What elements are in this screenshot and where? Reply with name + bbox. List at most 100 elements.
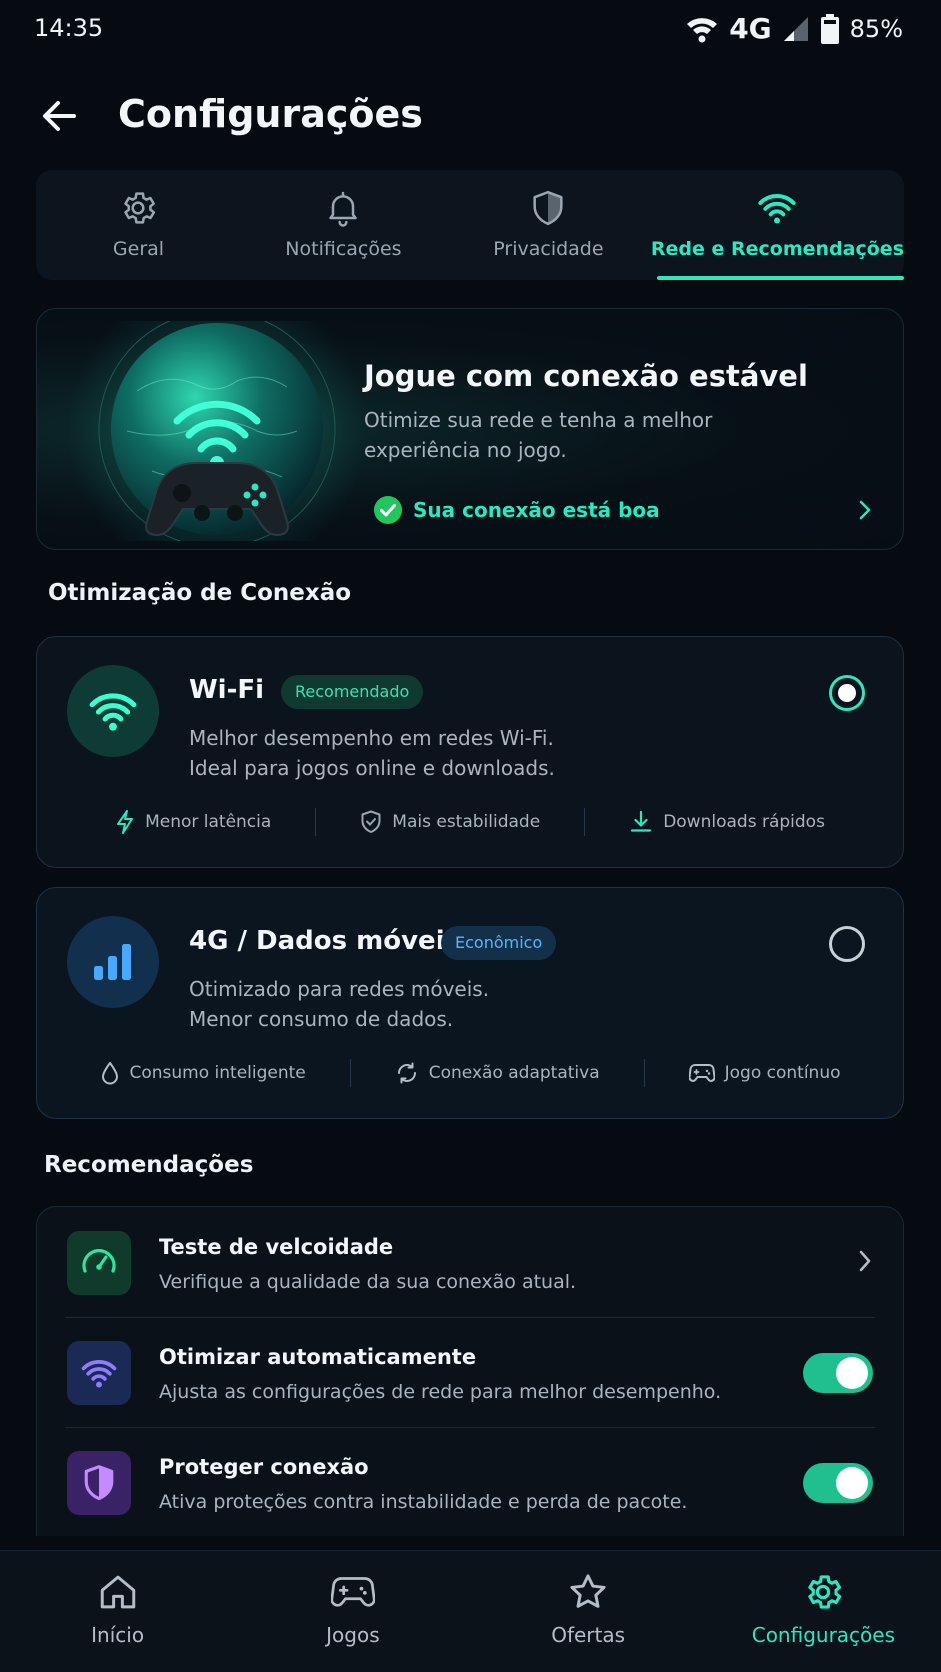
rec-title: Teste de velcoidade [159,1235,394,1259]
rec-title: Proteger conexão [159,1455,369,1479]
option-description: Otimizado para redes móveis. Menor consu… [189,974,489,1034]
protect-connection-row: Proteger conexão Ativa proteções contra … [37,1427,903,1536]
nav-label: Configurações [751,1623,896,1647]
economic-badge: Econômico [441,926,557,960]
wifi-status-icon [685,14,719,44]
gear-icon [802,1571,844,1613]
feature-label: Jogo contínuo [724,1063,841,1083]
mobile-data-option-card[interactable]: 4G / Dados móveis Econômico Otimizado pa… [36,887,904,1119]
hero-description: Otimize sua rede e tenha a melhor experi… [364,405,764,465]
section-title-recommendations: Recomendações [44,1152,254,1178]
tab-label: Geral [112,238,165,260]
feature-label: Menor latência [145,812,272,832]
gear-icon [118,188,158,228]
home-icon [97,1571,139,1613]
feature-item: Consumo inteligente [56,1061,350,1085]
download-icon [629,810,653,834]
option-title: Wi-Fi [189,675,265,705]
feature-row: Menor latência Mais estabilidade Downloa… [37,807,903,837]
feature-item: Mais estabilidade [316,810,584,834]
gamepad-icon [330,1571,375,1613]
battery-icon [820,13,840,44]
network-type: 4G [729,12,772,45]
connection-status-link[interactable]: Sua conexão está boa [373,495,660,525]
status-time: 14:35 [34,14,104,42]
speed-test-row[interactable]: Teste de velcoidade Verifique a qualidad… [37,1207,903,1317]
nav-label: Início [91,1623,145,1647]
hero-description-line: Otimize sua rede e tenha a melhor [364,408,713,432]
droplet-icon [100,1061,120,1085]
status-icons: 4G 85% [685,12,903,45]
tab-privacidade[interactable]: Privacidade [446,170,651,280]
tab-label: Rede e Recomendações [650,238,905,260]
option-description-line: Menor consumo de dados. [189,1007,454,1031]
section-title-optimization: Otimização de Conexão [48,580,352,606]
connection-hero-card: Jogue com conexão estável Otimize sua re… [36,308,904,550]
check-circle-icon [373,495,403,525]
nav-inicio[interactable]: Início [0,1551,235,1672]
chevron-right-icon[interactable] [857,1249,873,1273]
tab-label: Privacidade [493,238,604,260]
shield-icon [67,1451,131,1515]
recommended-badge: Recomendado [281,675,424,709]
feature-item: Conexão adaptativa [351,1061,644,1085]
feature-label: Mais estabilidade [392,812,541,832]
option-description-line: Otimizado para redes móveis. [189,977,490,1001]
option-description-line: Melhor desempenho em redes Wi-Fi. [189,726,554,750]
auto-optimize-row: Otimizar automaticamente Ajusta as confi… [37,1317,903,1427]
feature-label: Downloads rápidos [663,812,825,832]
nav-configuracoes[interactable]: Configurações [706,1551,941,1672]
rec-description: Ajusta as configurações de rede para mel… [159,1381,722,1403]
auto-optimize-toggle[interactable] [803,1353,873,1393]
nav-label: Jogos [326,1623,380,1647]
back-button[interactable] [38,94,82,138]
bell-icon [323,188,363,228]
option-description: Melhor desempenho em redes Wi-Fi. Ideal … [189,723,555,783]
tab-notificacoes[interactable]: Notificações [241,170,446,280]
feature-row: Consumo inteligente Conexão adaptativa J… [37,1058,903,1088]
rec-title: Otimizar automaticamente [159,1345,477,1369]
star-icon [567,1571,609,1613]
wifi-option-card[interactable]: Wi-Fi Recomendado Melhor desempenho em r… [36,636,904,868]
option-description-line: Ideal para jogos online e downloads. [189,756,555,780]
wifi-radio-button[interactable] [829,675,865,711]
nav-jogos[interactable]: Jogos [235,1551,470,1672]
status-bar: 14:35 4G 85% [0,0,941,60]
tab-label: Notificações [285,238,402,260]
settings-tabs: Geral Notificações Privacidade Rede e Re… [36,170,905,280]
connection-status-text: Sua conexão está boa [413,498,660,522]
shield-icon [528,188,568,228]
nav-ofertas[interactable]: Ofertas [471,1551,706,1672]
option-title: 4G / Dados móveis [189,926,461,956]
signal-icon [782,15,810,43]
app-header: Configurações [0,80,941,152]
battery-level: 85% [849,14,903,43]
protect-connection-toggle[interactable] [803,1463,873,1503]
signal-bars-icon [67,916,159,1008]
wifi-icon [67,665,159,757]
shield-check-icon [360,810,382,834]
recommendations-list: Teste de velcoidade Verifique a qualidad… [36,1206,904,1536]
globe-gamepad-illustration [57,321,377,541]
tab-geral[interactable]: Geral [36,170,241,280]
wifi-icon [757,188,797,228]
arrow-left-icon [43,101,76,131]
feature-item: Downloads rápidos [585,810,869,834]
hero-description-line: experiência no jogo. [364,438,567,462]
bottom-navigation: Início Jogos Ofertas Configurações [0,1550,941,1672]
feature-item: Menor latência [71,810,315,834]
feature-label: Conexão adaptativa [428,1063,600,1083]
mobile-data-radio-button[interactable] [829,926,865,962]
gamepad-icon [688,1062,715,1084]
refresh-icon [395,1061,419,1085]
speedometer-icon [67,1231,131,1295]
rec-description: Ativa proteções contra instabilidade e p… [159,1491,688,1513]
wifi-icon [67,1341,131,1405]
page-title: Configurações [118,92,423,136]
feature-item: Jogo contínuo [645,1062,885,1084]
chevron-right-icon[interactable] [857,499,873,521]
lightning-icon [115,810,135,834]
nav-label: Ofertas [551,1623,626,1647]
feature-label: Consumo inteligente [129,1063,306,1083]
tab-rede-recomendacoes[interactable]: Rede e Recomendações [650,170,905,280]
